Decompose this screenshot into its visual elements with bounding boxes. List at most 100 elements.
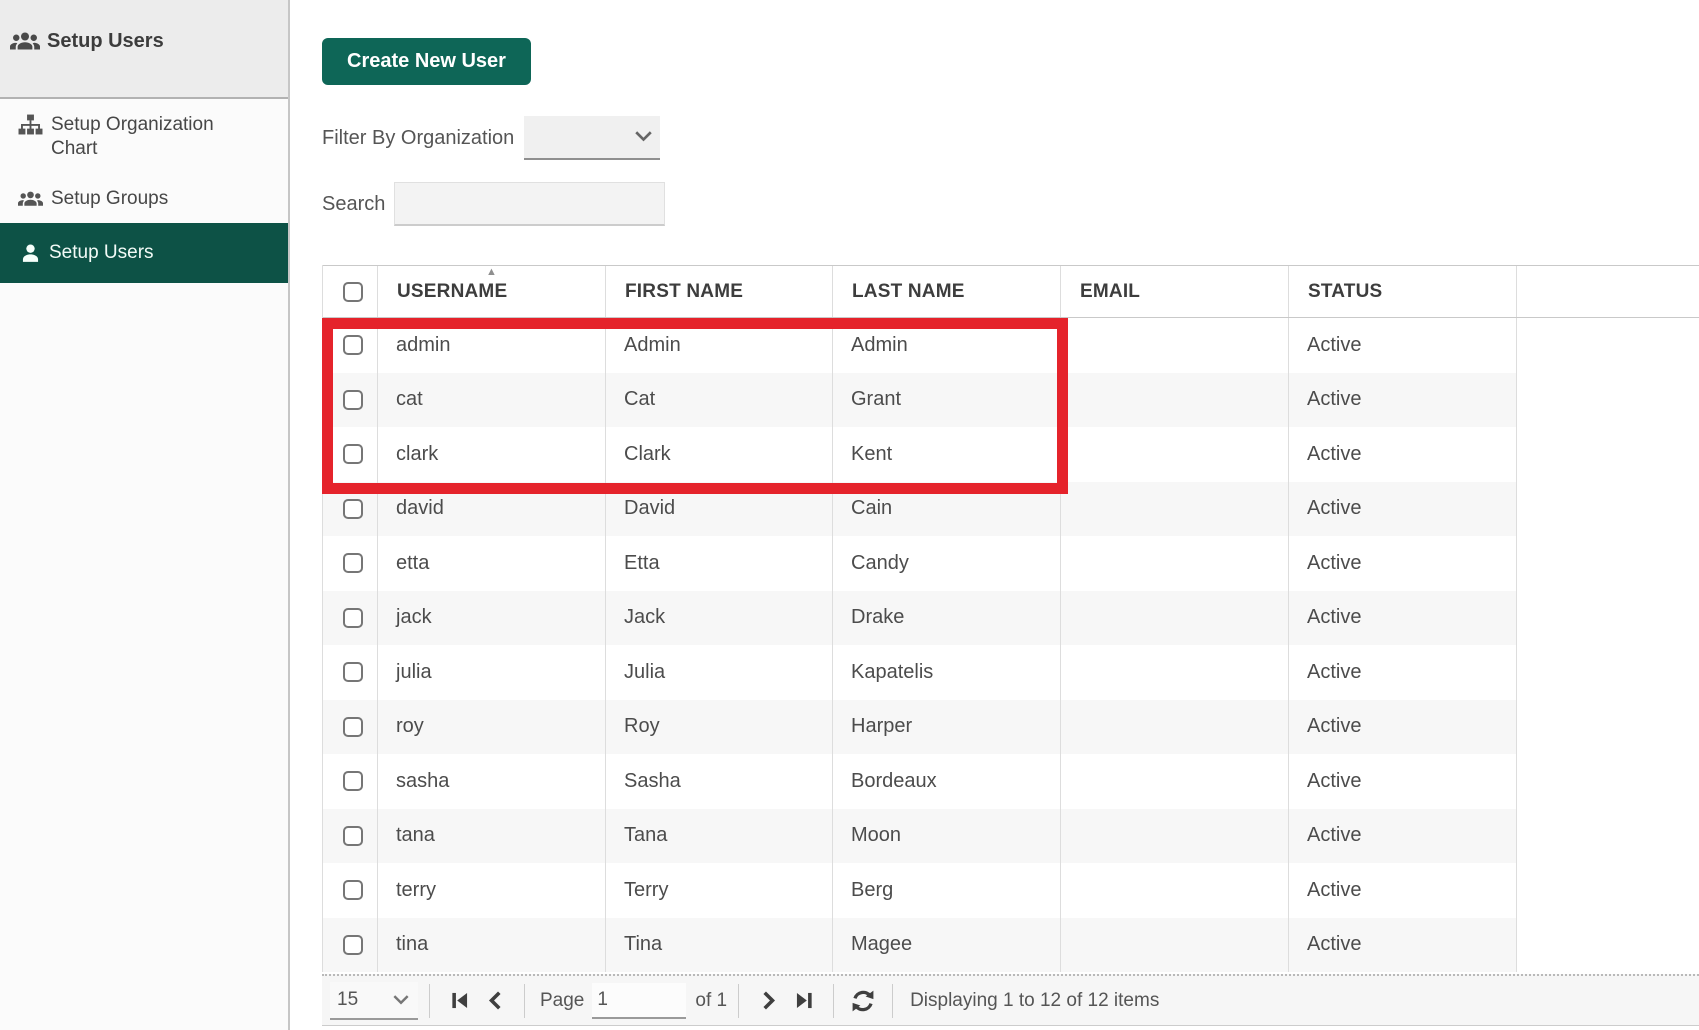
chevron-down-icon (393, 995, 409, 1005)
users-group-icon (10, 31, 40, 53)
separator (892, 984, 893, 1018)
table-row: royRoyHarperActive (323, 700, 1699, 755)
cell-empty (1517, 645, 1699, 700)
table-row: catCatGrantActive (323, 373, 1699, 428)
first-page-button[interactable] (446, 988, 472, 1014)
row-checkbox-cell (323, 809, 378, 864)
row-checkbox[interactable] (343, 935, 363, 955)
cell-status: Active (1289, 809, 1517, 864)
previous-page-button[interactable] (482, 988, 508, 1014)
search-label: Search (322, 193, 385, 216)
separator (833, 984, 834, 1018)
total-pages-label: of 1 (695, 990, 727, 1012)
table-row: adminAdminAdminActive (323, 318, 1699, 373)
filter-label: Filter By Organization (322, 127, 514, 150)
cell-status: Active (1289, 918, 1517, 973)
row-checkbox[interactable] (343, 880, 363, 900)
cell-username: julia (378, 645, 606, 700)
cell-status: Active (1289, 427, 1517, 482)
cell-username: david (378, 482, 606, 537)
row-checkbox[interactable] (343, 390, 363, 410)
column-header-last-name[interactable]: LAST NAME (833, 266, 1061, 317)
table-header-row: ▲ USERNAME FIRST NAME LAST NAME EMAIL ST… (323, 265, 1699, 318)
cell-first-name: David (606, 482, 833, 537)
create-new-user-button[interactable]: Create New User (322, 38, 531, 85)
cell-last-name: Candy (833, 536, 1061, 591)
page-size-select[interactable]: 15 (330, 982, 418, 1020)
sidebar-item-setup-users[interactable]: Setup Users (0, 223, 288, 283)
cell-username: roy (378, 700, 606, 755)
page-number-input[interactable] (592, 983, 686, 1019)
cell-first-name: Tana (606, 809, 833, 864)
refresh-button[interactable] (850, 988, 876, 1014)
cell-email (1061, 809, 1289, 864)
cell-username: admin (378, 318, 606, 373)
cell-empty (1517, 918, 1699, 973)
separator (738, 984, 739, 1018)
row-checkbox-cell (323, 373, 378, 428)
cell-last-name: Magee (833, 918, 1061, 973)
cell-last-name: Kent (833, 427, 1061, 482)
row-checkbox[interactable] (343, 771, 363, 791)
cell-empty (1517, 373, 1699, 428)
column-header-label: FIRST NAME (625, 281, 743, 303)
sort-ascending-icon: ▲ (486, 267, 497, 278)
cell-empty (1517, 482, 1699, 537)
column-header-first-name[interactable]: FIRST NAME (606, 266, 833, 317)
sidebar-item-setup-organization-chart[interactable]: Setup Organization Chart (0, 99, 288, 175)
row-checkbox[interactable] (343, 826, 363, 846)
next-page-button[interactable] (755, 988, 781, 1014)
users-table: ▲ USERNAME FIRST NAME LAST NAME EMAIL ST… (322, 265, 1699, 972)
row-checkbox[interactable] (343, 444, 363, 464)
cell-status: Active (1289, 700, 1517, 755)
cell-email (1061, 318, 1289, 373)
column-header-empty (1517, 266, 1699, 317)
row-checkbox[interactable] (343, 499, 363, 519)
row-checkbox-cell (323, 645, 378, 700)
table-row: terryTerryBergActive (323, 863, 1699, 918)
row-checkbox-cell (323, 754, 378, 809)
cell-status: Active (1289, 373, 1517, 428)
user-icon (20, 243, 41, 264)
sidebar-item-setup-groups[interactable]: Setup Groups (0, 175, 288, 223)
row-checkbox[interactable] (343, 717, 363, 737)
cell-first-name: Julia (606, 645, 833, 700)
search-input[interactable] (394, 182, 665, 226)
row-checkbox-cell (323, 918, 378, 973)
cell-first-name: Clark (606, 427, 833, 482)
cell-first-name: Terry (606, 863, 833, 918)
row-checkbox[interactable] (343, 662, 363, 682)
row-checkbox-cell (323, 536, 378, 591)
cell-email (1061, 645, 1289, 700)
sidebar-header-label: Setup Users (47, 30, 164, 53)
table-row: davidDavidCainActive (323, 482, 1699, 537)
cell-last-name: Bordeaux (833, 754, 1061, 809)
cell-email (1061, 373, 1289, 428)
cell-status: Active (1289, 863, 1517, 918)
cell-email (1061, 536, 1289, 591)
cell-empty (1517, 536, 1699, 591)
cell-email (1061, 754, 1289, 809)
row-checkbox[interactable] (343, 608, 363, 628)
cell-status: Active (1289, 536, 1517, 591)
column-header-email[interactable]: EMAIL (1061, 266, 1289, 317)
refresh-icon (850, 989, 876, 1013)
row-checkbox-cell (323, 318, 378, 373)
column-header-username[interactable]: ▲ USERNAME (378, 266, 606, 317)
cell-last-name: Kapatelis (833, 645, 1061, 700)
table-row: juliaJuliaKapatelis Active (323, 645, 1699, 700)
organization-filter-select[interactable] (524, 116, 660, 160)
page-size-value: 15 (337, 989, 358, 1011)
row-checkbox-cell (323, 482, 378, 537)
cell-username: tina (378, 918, 606, 973)
cell-last-name: Drake (833, 591, 1061, 646)
cell-status: Active (1289, 645, 1517, 700)
select-all-checkbox[interactable] (343, 282, 363, 302)
row-checkbox[interactable] (343, 335, 363, 355)
sidebar: Setup Users Setup Organization Chart (0, 0, 290, 1030)
last-page-button[interactable] (791, 988, 817, 1014)
table-body: adminAdminAdminActivecatCatGrantActivecl… (323, 318, 1699, 972)
table-row: tanaTanaMoonActive (323, 809, 1699, 864)
column-header-status[interactable]: STATUS (1289, 266, 1517, 317)
row-checkbox[interactable] (343, 553, 363, 573)
